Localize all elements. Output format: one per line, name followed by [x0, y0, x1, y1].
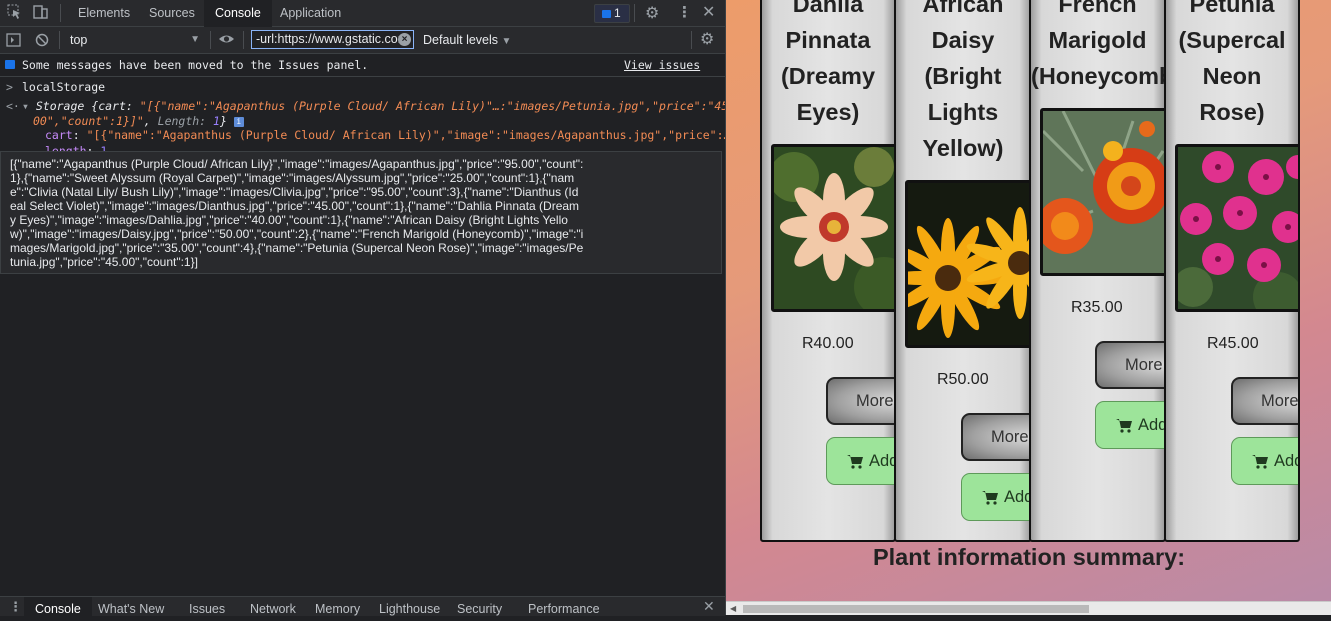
product-title: Dahlia Pinnata (Dreamy Eyes): [780, 0, 876, 125]
cart-value[interactable]: "[{"name":"Agapanthus (Purple Cloud/ Afr…: [87, 128, 725, 142]
issues-info-icon: [5, 60, 15, 69]
product-price: R40.00: [802, 335, 854, 352]
drawer-tab-issues[interactable]: Issues: [180, 597, 234, 616]
storage-label: Storage: [35, 99, 85, 113]
console-output[interactable]: Some messages have been moved to the Iss…: [0, 54, 725, 596]
product-title: French Marigold (Honeycomb): [1031, 0, 1164, 89]
console-settings-icon[interactable]: ⚙: [700, 29, 714, 48]
product-card-african-daisy: African Daisy (Bright Lights Yellow) R50…: [894, 0, 1032, 542]
log-levels-dropdown[interactable]: Default levels ▼: [423, 27, 511, 53]
drawer-tab-security[interactable]: Security: [450, 597, 509, 616]
live-expression-eye-icon[interactable]: [218, 31, 235, 51]
more-details-button[interactable]: More Details: [826, 377, 894, 425]
console-filter-input[interactable]: -url:https://www.gstatic.com ×: [251, 30, 414, 49]
issues-badge[interactable]: 1: [594, 4, 630, 23]
clear-console-icon[interactable]: [35, 32, 49, 51]
product-title: Petunia (Supercal Neon Rose): [1178, 0, 1286, 125]
settings-gear-icon[interactable]: ⚙: [645, 3, 659, 22]
console-toolbar: top ▼ -url:https://www.gstatic.com × Defau…: [0, 27, 725, 54]
issues-message-text: Some messages have been moved to the Iss…: [22, 58, 369, 72]
drawer-tab-whats-new[interactable]: What's New: [90, 597, 172, 616]
context-value: top: [70, 33, 88, 47]
more-options-icon[interactable]: ⋮: [677, 3, 692, 21]
log-levels-label: Default levels: [423, 33, 499, 47]
console-input-line: > localStorage: [0, 78, 725, 96]
issues-icon: [602, 10, 611, 18]
product-price: R45.00: [1207, 335, 1259, 352]
drawer-tab-memory[interactable]: Memory: [308, 597, 367, 616]
product-title: African Daisy (Bright Lights Yellow): [922, 0, 1004, 161]
add-to-cart-button[interactable]: Add To Cart: [826, 437, 894, 485]
context-select[interactable]: top ▼: [64, 27, 206, 53]
console-input-text: localStorage: [22, 80, 106, 94]
expand-triangle-icon: ▾: [22, 99, 36, 113]
tooltip-text: [{"name":"Agapanthus (Purple Cloud/ Afri…: [10, 157, 584, 269]
shop-page: Dahlia Pinnata (Dreamy Eyes) R40.00 More…: [725, 0, 1331, 615]
product-card-french-marigold: French Marigold (Honeycomb) R35.00 More …: [1029, 0, 1166, 542]
product-image-petunia: [1175, 144, 1298, 312]
devtools-panel: Elements Sources Console Application 1 ⚙…: [0, 0, 725, 616]
more-details-button[interactable]: More Details: [961, 413, 1030, 461]
product-image-african-daisy: [905, 180, 1030, 348]
drawer-tab-network[interactable]: Network: [243, 597, 303, 616]
cart-icon: [982, 491, 998, 505]
chevron-down-icon: ▼: [190, 34, 200, 45]
add-to-cart-button[interactable]: Add To Cart: [961, 473, 1030, 521]
plant-summary-heading: Plant information summary:: [872, 544, 1186, 570]
drawer-tab-performance[interactable]: Performance: [521, 597, 607, 616]
devtools-tabbar: Elements Sources Console Application 1 ⚙…: [0, 0, 725, 27]
drawer-tab-lighthouse[interactable]: Lighthouse: [373, 597, 446, 616]
add-to-cart-button[interactable]: Add To Cart: [1231, 437, 1298, 485]
issues-count: 1: [614, 6, 621, 20]
more-details-button[interactable]: More Details: [1231, 377, 1298, 425]
close-devtools-icon[interactable]: ✕: [702, 2, 715, 21]
sidebar-toggle-icon[interactable]: [6, 32, 21, 51]
cart-summary-key: cart: [98, 99, 126, 113]
scrollbar-thumb[interactable]: [743, 605, 1089, 613]
chevron-down-icon: ▼: [501, 36, 512, 47]
product-card-dahlia: Dahlia Pinnata (Dreamy Eyes) R40.00 More…: [760, 0, 896, 542]
tab-console[interactable]: Console: [204, 0, 272, 27]
tab-sources[interactable]: Sources: [139, 0, 205, 26]
add-to-cart-button[interactable]: Add To Cart: [1095, 401, 1164, 449]
storage-summary-string: "[{"name":"Agapanthus (Purple Cloud/ Afr…: [139, 99, 725, 113]
product-card-petunia: Petunia (Supercal Neon Rose) R45.00 More…: [1164, 0, 1300, 542]
close-drawer-icon[interactable]: ✕: [703, 599, 715, 615]
scroll-left-icon[interactable]: ◀: [730, 604, 736, 613]
product-price: R50.00: [937, 371, 989, 388]
product-price: R35.00: [1071, 299, 1123, 316]
issues-moved-message: Some messages have been moved to the Iss…: [0, 54, 725, 77]
device-toolbar-icon[interactable]: [33, 4, 49, 24]
drawer-tab-console[interactable]: Console: [24, 597, 92, 616]
clear-filter-icon[interactable]: ×: [398, 33, 411, 46]
cart-key: cart: [45, 128, 73, 142]
more-details-button[interactable]: More Details: [1095, 341, 1164, 389]
tab-application[interactable]: Application: [270, 0, 351, 26]
view-issues-link[interactable]: View issues: [624, 54, 700, 76]
product-image-french-marigold: [1040, 108, 1164, 276]
inspect-element-icon[interactable]: [7, 4, 21, 24]
drawer-tabbar: ⋮ Console What's New Issues Network Memo…: [0, 596, 725, 616]
value-tooltip: [{"name":"Agapanthus (Purple Cloud/ Afri…: [0, 151, 722, 274]
cart-icon: [1252, 455, 1268, 469]
filter-value: -url:https://www.gstatic.com: [256, 32, 409, 46]
product-image-dahlia: [771, 144, 894, 312]
horizontal-scrollbar[interactable]: ◀: [726, 601, 1331, 615]
input-prompt-icon: >: [6, 80, 13, 94]
cart-icon: [1116, 419, 1132, 433]
drawer-menu-icon[interactable]: ⋮: [9, 600, 22, 615]
tab-elements[interactable]: Elements: [68, 0, 140, 26]
cart-icon: [847, 455, 863, 469]
